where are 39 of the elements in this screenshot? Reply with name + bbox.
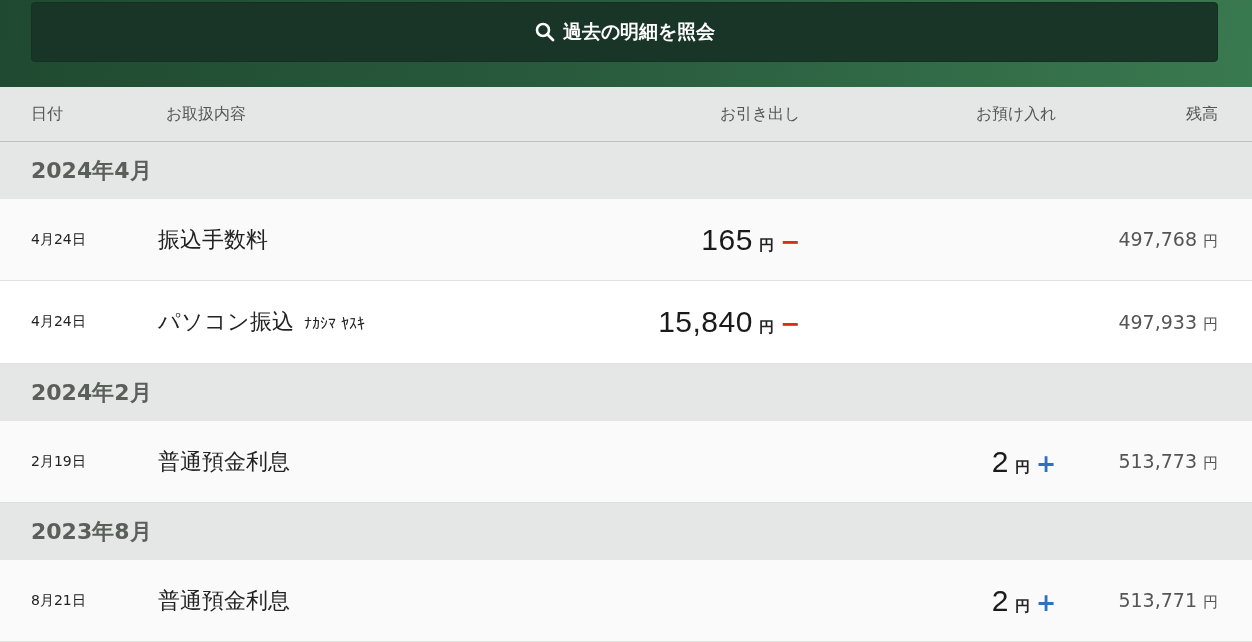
payee-text: ﾅｶｼﾏ ﾔｽｷ	[304, 314, 366, 333]
search-icon	[534, 22, 555, 42]
yen-unit: 円	[1203, 314, 1218, 334]
yen-unit: 円	[1014, 457, 1030, 477]
sign-text: −	[779, 227, 800, 256]
yen-unit: 円	[1014, 596, 1030, 616]
column-header: お取扱内容	[165, 103, 246, 125]
yen-unit: 円	[758, 318, 774, 337]
date-text: 8月21日	[31, 591, 87, 610]
date-text: 4月24日	[31, 313, 87, 331]
column-header: 日付	[31, 103, 63, 125]
month-label: 2023年8月	[31, 517, 152, 546]
amount-text: 2	[991, 444, 1009, 479]
yen-unit: 円	[1203, 593, 1218, 612]
column-header: お預け入れ	[976, 103, 1056, 125]
balance-text: 513,771	[1118, 589, 1197, 611]
date-text: 4月24日	[31, 230, 87, 249]
description-text: 普通預金利息	[158, 586, 290, 615]
description-text: パソコン振込	[158, 308, 294, 336]
balance-text: 513,773	[1118, 450, 1197, 472]
balance-text: 497,768	[1118, 228, 1197, 250]
column-header: 残高	[1186, 103, 1218, 125]
sign-text: +	[1035, 449, 1056, 478]
amount-text: 2	[991, 583, 1009, 618]
search-button[interactable]: 過去の明細を照会	[31, 2, 1218, 62]
date-text: 2月19日	[31, 452, 87, 471]
description-text: 振込手数料	[158, 225, 268, 254]
column-header: お引き出し	[720, 103, 800, 125]
sign-text: −	[779, 310, 800, 338]
month-label: 2024年4月	[31, 156, 152, 185]
yen-unit: 円	[1203, 232, 1218, 251]
balance-text: 497,933	[1118, 310, 1197, 333]
description-text: 普通預金利息	[158, 447, 290, 476]
yen-unit: 円	[1203, 454, 1218, 473]
yen-unit: 円	[758, 235, 774, 255]
amount-text: 15,840	[658, 305, 753, 339]
sign-text: +	[1035, 588, 1056, 617]
amount-text: 165	[701, 222, 753, 257]
month-label: 2024年2月	[31, 378, 152, 407]
